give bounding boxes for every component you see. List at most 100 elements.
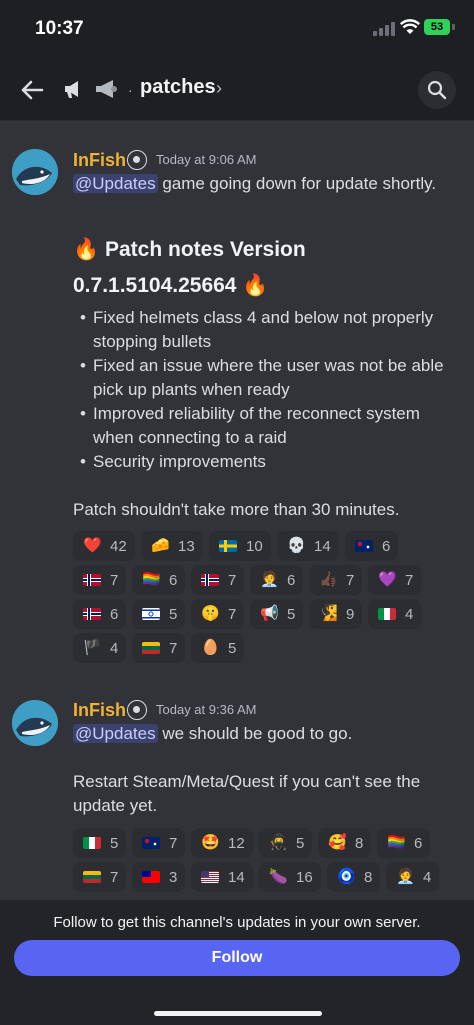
battery-tip — [452, 24, 455, 30]
reaction-count: 5 — [228, 640, 237, 657]
reaction-chip[interactable]: 7 — [132, 828, 185, 858]
reaction-chip[interactable]: 7 — [73, 565, 126, 595]
avatar[interactable] — [12, 700, 58, 746]
announcement-icon — [65, 81, 78, 98]
server-badge-icon — [127, 150, 147, 170]
reaction-chip[interactable]: 🧀 13 — [141, 531, 203, 561]
reaction-count: 4 — [423, 869, 432, 886]
reaction-chip[interactable]: 6 — [345, 531, 398, 561]
reaction-chip[interactable]: 🧏 9 — [309, 599, 362, 629]
reaction-chip[interactable]: 👍🏿 7 — [309, 565, 362, 595]
flag-no-icon — [83, 572, 101, 588]
bullet-text: stopping bullets — [93, 332, 212, 351]
reaction-chip[interactable]: 🧑‍💼 6 — [250, 565, 303, 595]
reaction-chip[interactable]: 🥷 5 — [259, 828, 312, 858]
reaction-chip[interactable]: 🥚 5 — [191, 633, 244, 663]
author-name[interactable]: InFish — [73, 150, 126, 171]
reaction-chip[interactable]: 📢 5 — [250, 599, 303, 629]
message-text: @Updates game going down for update shor… — [73, 174, 436, 194]
reaction-count: 4 — [110, 640, 119, 657]
reaction-count: 6 — [382, 538, 391, 555]
reaction-emoji-icon: 🧀 — [151, 537, 170, 554]
reaction-chip[interactable]: 🧿 8 — [327, 862, 380, 892]
reaction-chip[interactable]: 🥰 8 — [318, 828, 371, 858]
reaction-chip[interactable]: 6 — [73, 599, 126, 629]
reaction-count: 6 — [414, 835, 423, 852]
bullet-text: Security improvements — [93, 452, 266, 471]
reaction-chip[interactable]: 🏴 4 — [73, 633, 126, 663]
mention-updates[interactable]: @Updates — [73, 174, 158, 193]
reaction-chip[interactable]: 5 — [73, 828, 126, 858]
message-text: update yet. — [73, 796, 158, 815]
follow-button[interactable]: Follow — [14, 940, 460, 976]
reaction-emoji-icon: 📢 — [260, 605, 279, 622]
reaction-chip[interactable]: 14 — [191, 862, 253, 892]
reaction-chip[interactable]: 7 — [73, 862, 126, 892]
bullet-dot: • — [80, 452, 86, 471]
reaction-emoji-icon: ❤️ — [83, 537, 102, 554]
reaction-chip[interactable]: 🧑‍💼 4 — [386, 862, 439, 892]
flag-il-icon — [142, 606, 160, 622]
reaction-count: 6 — [169, 572, 178, 589]
bullet-text: Improved reliability of the reconnect sy… — [93, 404, 420, 423]
mention-updates[interactable]: @Updates — [73, 724, 158, 743]
server-badge-icon — [127, 700, 147, 720]
reaction-chip[interactable]: ❤️ 42 — [73, 531, 135, 561]
reaction-emoji-icon: 🥷 — [269, 834, 288, 851]
reaction-emoji-icon: 💜 — [378, 571, 397, 588]
flag-lt-icon — [83, 869, 101, 885]
reaction-count: 9 — [346, 606, 355, 623]
reaction-emoji-icon: 🏳️‍🌈 — [387, 834, 406, 851]
follow-prompt: Follow to get this channel's updates in … — [53, 914, 421, 931]
reaction-count: 5 — [110, 835, 119, 852]
reaction-chip[interactable]: 10 — [209, 531, 271, 561]
reaction-count: 7 — [110, 572, 119, 589]
flag-lt-icon — [142, 640, 160, 656]
megaphone-icon — [96, 80, 117, 98]
reaction-chip[interactable]: 7 — [132, 633, 185, 663]
reaction-count: 7 — [169, 640, 178, 657]
chevron-right-icon[interactable]: › — [216, 78, 222, 99]
shark-avatar-icon — [12, 149, 58, 195]
flag-se-icon — [219, 538, 237, 554]
reaction-chip[interactable]: 🤫 7 — [191, 599, 244, 629]
reaction-chip[interactable]: 🤩 12 — [191, 828, 253, 858]
reaction-count: 7 — [228, 606, 237, 623]
bullet-text: Fixed an issue where the user was not be… — [93, 356, 444, 375]
reaction-count: 14 — [228, 869, 245, 886]
patch-heading: 🔥 Patch notes Version — [73, 238, 306, 261]
message-content: game going down for update shortly. — [162, 174, 437, 193]
reaction-count: 7 — [405, 572, 414, 589]
avatar[interactable] — [12, 149, 58, 195]
reaction-emoji-icon: 🤫 — [201, 605, 220, 622]
battery-icon: 53 — [424, 19, 450, 35]
reaction-emoji-icon: 🧑‍💼 — [260, 571, 279, 588]
bullet-dot: • — [80, 308, 86, 327]
reaction-count: 16 — [296, 869, 313, 886]
reaction-chip[interactable]: 4 — [368, 599, 421, 629]
flag-lt-flag — [142, 642, 160, 654]
search-button[interactable] — [418, 71, 456, 109]
reaction-chip[interactable]: 🏳️‍🌈 6 — [377, 828, 430, 858]
bullet-text: pick up plants when ready — [93, 380, 290, 399]
reaction-chip[interactable]: 🏳️‍🌈 6 — [132, 565, 185, 595]
reaction-chip[interactable]: 💜 7 — [368, 565, 421, 595]
channel-name[interactable]: patches — [140, 76, 216, 99]
reaction-chip[interactable]: 7 — [191, 565, 244, 595]
reaction-count: 3 — [169, 869, 178, 886]
reaction-chip[interactable]: 5 — [132, 599, 185, 629]
reaction-chip[interactable]: 3 — [132, 862, 185, 892]
reaction-count: 10 — [246, 538, 263, 555]
back-arrow-icon[interactable] — [18, 76, 46, 104]
flag-au-icon — [142, 835, 160, 851]
flag-il-flag — [142, 608, 160, 620]
flag-it-icon — [378, 606, 396, 622]
reaction-count: 4 — [405, 606, 414, 623]
reaction-count: 12 — [228, 835, 245, 852]
follow-bar: Follow to get this channel's updates in … — [0, 900, 474, 1025]
reaction-chip[interactable]: 💀 14 — [277, 531, 339, 561]
reaction-chip[interactable]: 🍆 16 — [259, 862, 321, 892]
author-name[interactable]: InFish — [73, 700, 126, 721]
reaction-emoji-icon: 🥰 — [328, 834, 347, 851]
reaction-emoji-icon: 🏴 — [83, 639, 102, 656]
